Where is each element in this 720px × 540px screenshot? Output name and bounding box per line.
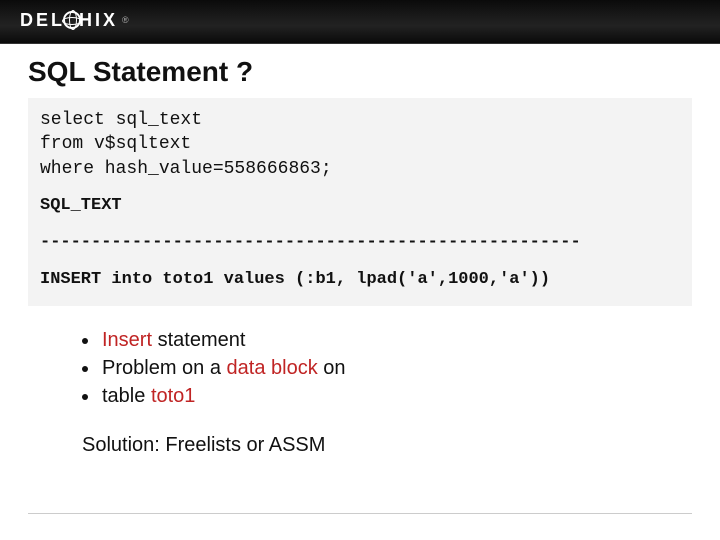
solution-text: Solution: Freelists or ASSM bbox=[82, 434, 692, 457]
logo: DEL HIX ® bbox=[20, 8, 129, 32]
text: table bbox=[102, 385, 151, 407]
footer-divider bbox=[28, 513, 692, 514]
list-item: Problem on a data block on bbox=[100, 354, 692, 382]
header-bar: DEL HIX ® bbox=[0, 0, 720, 44]
logo-text-post: HIX bbox=[79, 10, 118, 31]
text: Problem on a bbox=[102, 357, 227, 379]
list-item: Insert statement bbox=[100, 326, 692, 354]
result-separator: ----------------------------------------… bbox=[40, 232, 680, 255]
emphasis: data block bbox=[227, 357, 318, 379]
code-line: from v$sqltext bbox=[40, 132, 680, 156]
slide-title: SQL Statement ? bbox=[28, 56, 692, 88]
list-item: table toto1 bbox=[100, 382, 692, 410]
bullet-list: Insert statement Problem on a data block… bbox=[82, 326, 692, 410]
code-line: select sql_text bbox=[40, 108, 680, 132]
result-line: INSERT into toto1 values (:b1, lpad('a',… bbox=[40, 269, 680, 292]
result-header: SQL_TEXT bbox=[40, 195, 680, 218]
code-line: where hash_value=558666863; bbox=[40, 157, 680, 181]
logo-globe-icon bbox=[63, 11, 81, 29]
text: on bbox=[318, 357, 346, 379]
logo-registered: ® bbox=[122, 15, 129, 25]
text: statement bbox=[152, 329, 245, 351]
emphasis: toto1 bbox=[151, 385, 195, 407]
logo-text-pre: DEL bbox=[20, 10, 65, 31]
slide-content: SQL Statement ? select sql_text from v$s… bbox=[0, 44, 720, 457]
sql-code-block: select sql_text from v$sqltext where has… bbox=[28, 98, 692, 306]
emphasis: Insert bbox=[102, 329, 152, 351]
